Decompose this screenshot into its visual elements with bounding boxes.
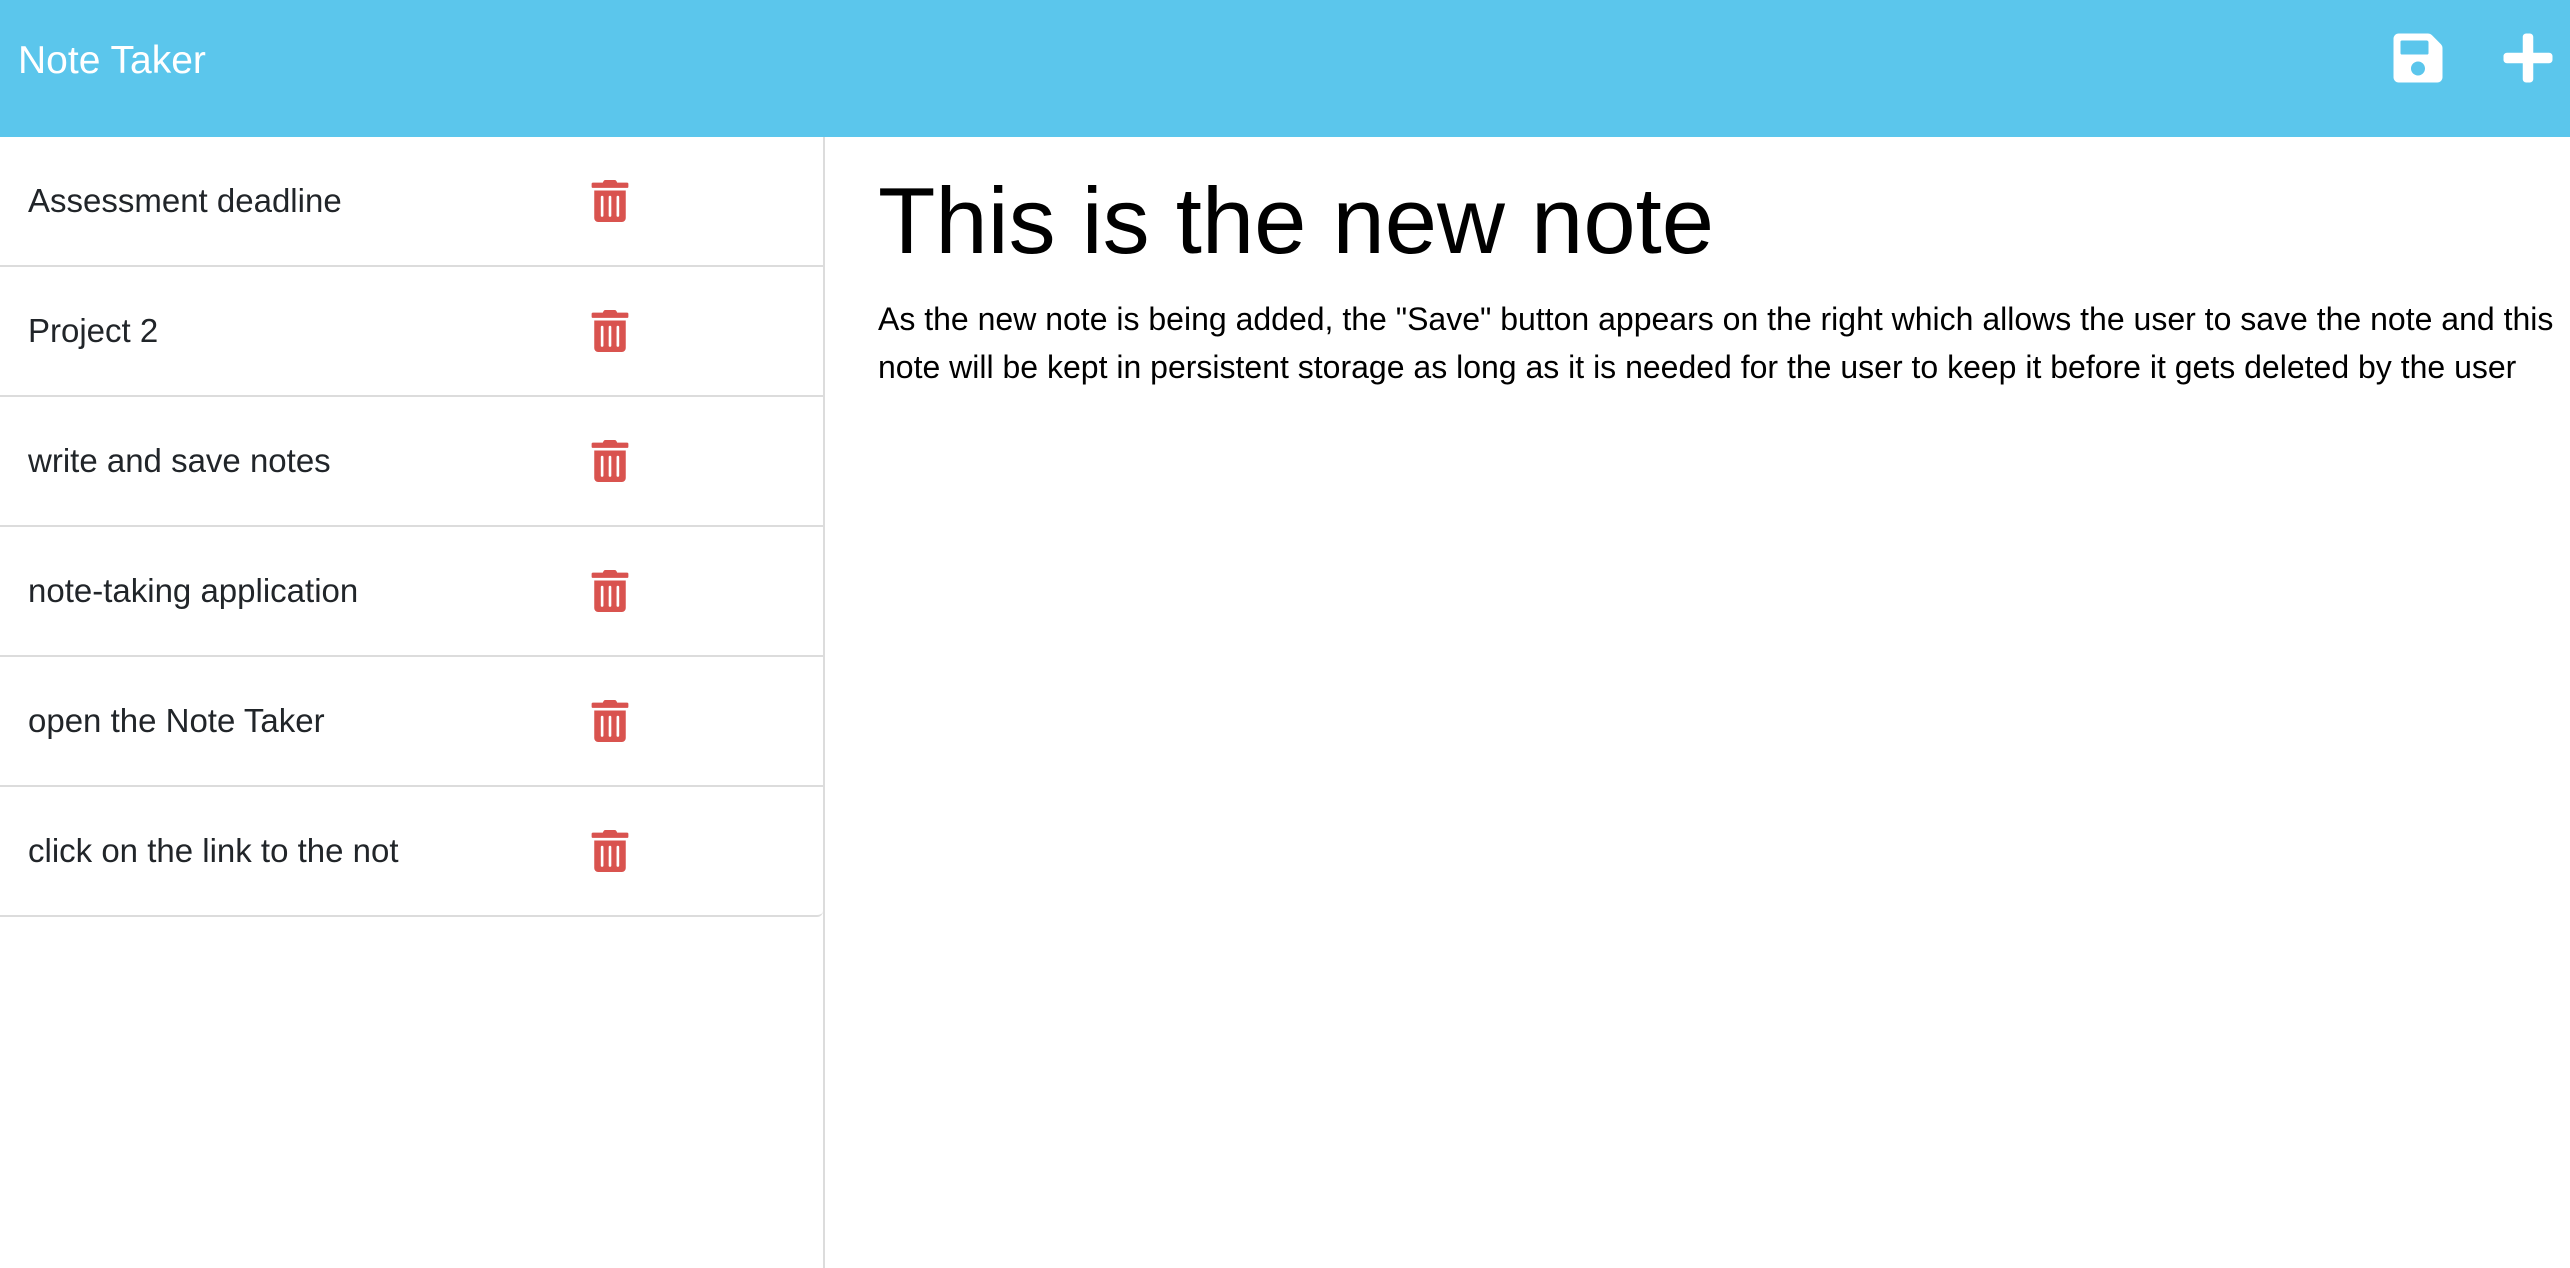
notes-sidebar: Assessment deadline Project 2 write and sa… — [0, 137, 825, 1268]
delete-note-button[interactable] — [590, 830, 630, 872]
save-note-button[interactable] — [2390, 30, 2446, 86]
note-title[interactable]: This is the new note — [878, 165, 1714, 278]
trash-icon — [591, 700, 629, 742]
note-text[interactable]: As the new note is being added, the "Sav… — [878, 295, 2568, 391]
note-list-title[interactable]: click on the link to the not — [28, 787, 399, 915]
delete-note-button[interactable] — [590, 700, 630, 742]
note-list-item[interactable]: open the Note Taker — [0, 655, 823, 785]
app-brand[interactable]: Note Taker — [18, 0, 206, 122]
navbar: Note Taker — [0, 0, 2570, 137]
note-list-item[interactable]: click on the link to the not — [0, 785, 823, 915]
note-list-title[interactable]: write and save notes — [28, 397, 331, 525]
plus-icon — [2503, 33, 2553, 83]
note-list-title[interactable]: note-taking application — [28, 527, 358, 655]
note-list-item[interactable]: Project 2 — [0, 265, 823, 395]
trash-icon — [591, 830, 629, 872]
note-list-item[interactable]: note-taking application — [0, 525, 823, 655]
trash-icon — [591, 570, 629, 612]
trash-icon — [591, 310, 629, 352]
delete-note-button[interactable] — [590, 570, 630, 612]
note-list-title[interactable]: Project 2 — [28, 267, 158, 395]
note-list-title[interactable]: Assessment deadline — [28, 137, 342, 265]
note-list: Assessment deadline Project 2 write and sa… — [0, 137, 823, 917]
floppy-disk-icon — [2393, 33, 2443, 83]
note-list-item[interactable]: write and save notes — [0, 395, 823, 525]
delete-note-button[interactable] — [590, 310, 630, 352]
note-list-item[interactable]: Assessment deadline — [0, 137, 823, 265]
delete-note-button[interactable] — [590, 180, 630, 222]
trash-icon — [591, 440, 629, 482]
new-note-button[interactable] — [2500, 30, 2556, 86]
note-list-title[interactable]: open the Note Taker — [28, 657, 325, 785]
delete-note-button[interactable] — [590, 440, 630, 482]
trash-icon — [591, 180, 629, 222]
note-editor: This is the new note As the new note is … — [826, 137, 2570, 1268]
